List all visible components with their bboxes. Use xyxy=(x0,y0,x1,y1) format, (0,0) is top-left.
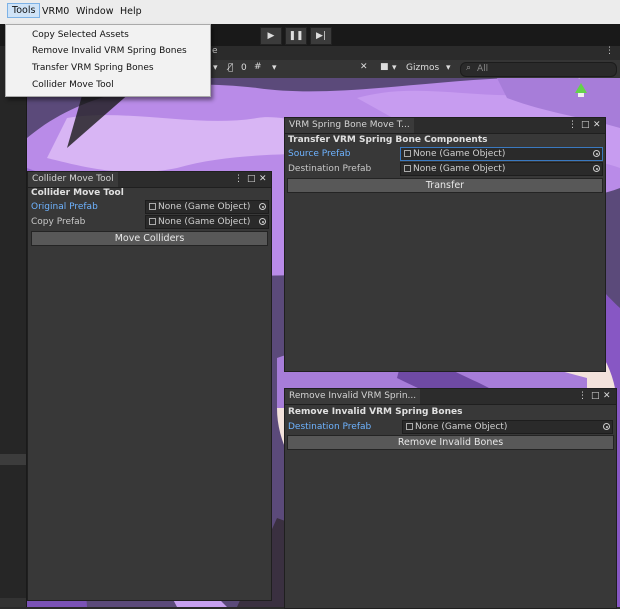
grid-dropdown-icon[interactable]: ▾ xyxy=(272,63,277,73)
camera-icon[interactable]: ■ xyxy=(380,62,389,72)
remove-destination-field[interactable]: None (Game Object) xyxy=(402,420,613,434)
more-options-icon[interactable]: ⋮ xyxy=(568,120,577,131)
game-object-icon xyxy=(404,165,411,172)
scene-tab-bar: e ⋮ xyxy=(210,46,620,60)
maximize-icon[interactable]: □ xyxy=(591,391,600,402)
axis-cone-icon xyxy=(575,83,587,97)
scene-tab-fragment: e xyxy=(212,46,218,56)
menu-bar: Tools VRM0 Window Help xyxy=(0,0,620,24)
grid-icon[interactable]: # xyxy=(254,62,262,72)
collider-move-tool-window: Collider Move Tool ⋮ □ ✕ Collider Move T… xyxy=(27,171,272,601)
close-icon[interactable]: ✕ xyxy=(603,391,611,402)
copy-prefab-value: None (Game Object) xyxy=(158,217,251,227)
destination-prefab-field[interactable]: None (Game Object) xyxy=(400,162,603,176)
collider-window-title: Collider Move Tool xyxy=(31,188,124,198)
menu-item-collider-move-tool[interactable]: Collider Move Tool xyxy=(32,80,114,90)
scene-search-input[interactable]: ⌕ All xyxy=(460,62,617,77)
object-picker-icon[interactable] xyxy=(259,218,266,225)
menu-window[interactable]: Window xyxy=(76,6,113,17)
remove-invalid-bones-window: Remove Invalid VRM Sprin... ⋮ □ ✕ Remove… xyxy=(284,388,617,609)
transfer-spring-bone-window: VRM Spring Bone Move T... ⋮ □ ✕ Transfer… xyxy=(284,117,606,372)
collider-tab-bar: Collider Move Tool ⋮ □ ✕ xyxy=(28,172,271,188)
copy-prefab-field[interactable]: None (Game Object) xyxy=(145,215,269,229)
original-prefab-label: Original Prefab xyxy=(31,202,98,212)
menu-item-transfer-spring-bones[interactable]: Transfer VRM Spring Bones xyxy=(32,63,154,73)
game-object-icon xyxy=(406,423,413,430)
game-object-icon xyxy=(149,203,156,210)
collider-window-tab[interactable]: Collider Move Tool xyxy=(28,172,118,187)
close-icon[interactable]: ✕ xyxy=(259,174,267,185)
axis-y-label: y xyxy=(578,78,583,79)
search-placeholder: All xyxy=(477,64,489,74)
destination-prefab-label: Destination Prefab xyxy=(288,164,372,174)
maximize-icon[interactable]: □ xyxy=(247,174,256,185)
more-options-icon[interactable]: ⋮ xyxy=(578,391,587,402)
menu-item-remove-invalid-spring-bones[interactable]: Remove Invalid VRM Spring Bones xyxy=(32,46,187,56)
scene-toolbar: ▾ 👁̸ 0 # ▾ ✕ ■ ▾ Gizmos ▾ ⌕ All xyxy=(210,60,620,79)
original-prefab-value: None (Game Object) xyxy=(158,202,251,212)
more-options-icon[interactable]: ⋮ xyxy=(605,46,614,56)
play-button[interactable]: ▶ xyxy=(260,27,282,45)
camera-dropdown-icon[interactable]: ▾ xyxy=(392,63,397,73)
tools-dropdown-menu: Copy Selected Assets Remove Invalid VRM … xyxy=(5,24,211,97)
copy-prefab-label: Copy Prefab xyxy=(31,217,86,227)
object-picker-icon[interactable] xyxy=(603,423,610,430)
transfer-button[interactable]: Transfer xyxy=(287,178,603,193)
source-prefab-label: Source Prefab xyxy=(288,149,351,159)
object-picker-icon[interactable] xyxy=(593,165,600,172)
remove-destination-value: None (Game Object) xyxy=(415,422,508,432)
menu-tools[interactable]: Tools xyxy=(7,3,41,18)
remove-tab-bar: Remove Invalid VRM Sprin... ⋮ □ ✕ xyxy=(285,389,616,405)
hidden-count: 0 xyxy=(241,63,247,73)
transfer-window-tab[interactable]: VRM Spring Bone Move T... xyxy=(285,118,414,133)
source-prefab-value: None (Game Object) xyxy=(413,149,506,159)
scene-orientation-gizmo[interactable] xyxy=(574,83,588,97)
menu-vrm0[interactable]: VRM0 xyxy=(42,6,69,17)
game-object-icon xyxy=(404,150,411,157)
destination-prefab-value: None (Game Object) xyxy=(413,164,506,174)
hierarchy-footer xyxy=(0,598,26,607)
object-picker-icon[interactable] xyxy=(259,203,266,210)
step-button[interactable]: ▶| xyxy=(310,27,332,45)
dropdown-arrow-icon[interactable]: ▾ xyxy=(213,63,218,73)
original-prefab-field[interactable]: None (Game Object) xyxy=(145,200,269,214)
remove-window-tab[interactable]: Remove Invalid VRM Sprin... xyxy=(285,389,421,404)
source-prefab-field[interactable]: None (Game Object) xyxy=(400,147,603,161)
hierarchy-panel-edge xyxy=(0,46,27,607)
pause-button[interactable]: ❚❚ xyxy=(285,27,307,45)
transfer-window-title: Transfer VRM Spring Bone Components xyxy=(288,135,488,145)
hierarchy-selection xyxy=(0,454,26,465)
remove-invalid-bones-button[interactable]: Remove Invalid Bones xyxy=(287,435,614,450)
close-icon[interactable]: ✕ xyxy=(593,120,601,131)
remove-destination-label: Destination Prefab xyxy=(288,422,372,432)
transfer-tab-bar: VRM Spring Bone Move T... ⋮ □ ✕ xyxy=(285,118,605,134)
object-picker-icon[interactable] xyxy=(593,150,600,157)
maximize-icon[interactable]: □ xyxy=(581,120,590,131)
remove-window-title: Remove Invalid VRM Spring Bones xyxy=(288,407,463,417)
gizmos-dropdown[interactable]: Gizmos xyxy=(406,63,439,73)
tools-icon[interactable]: ✕ xyxy=(360,62,368,72)
move-colliders-button[interactable]: Move Colliders xyxy=(31,231,268,246)
game-object-icon xyxy=(149,218,156,225)
menu-help[interactable]: Help xyxy=(120,6,142,17)
more-options-icon[interactable]: ⋮ xyxy=(234,174,243,185)
hidden-objects-icon[interactable]: 👁̸ xyxy=(228,63,233,73)
menu-item-copy-selected-assets[interactable]: Copy Selected Assets xyxy=(32,30,129,40)
gizmos-arrow-icon[interactable]: ▾ xyxy=(446,63,451,73)
search-icon: ⌕ xyxy=(466,63,472,73)
